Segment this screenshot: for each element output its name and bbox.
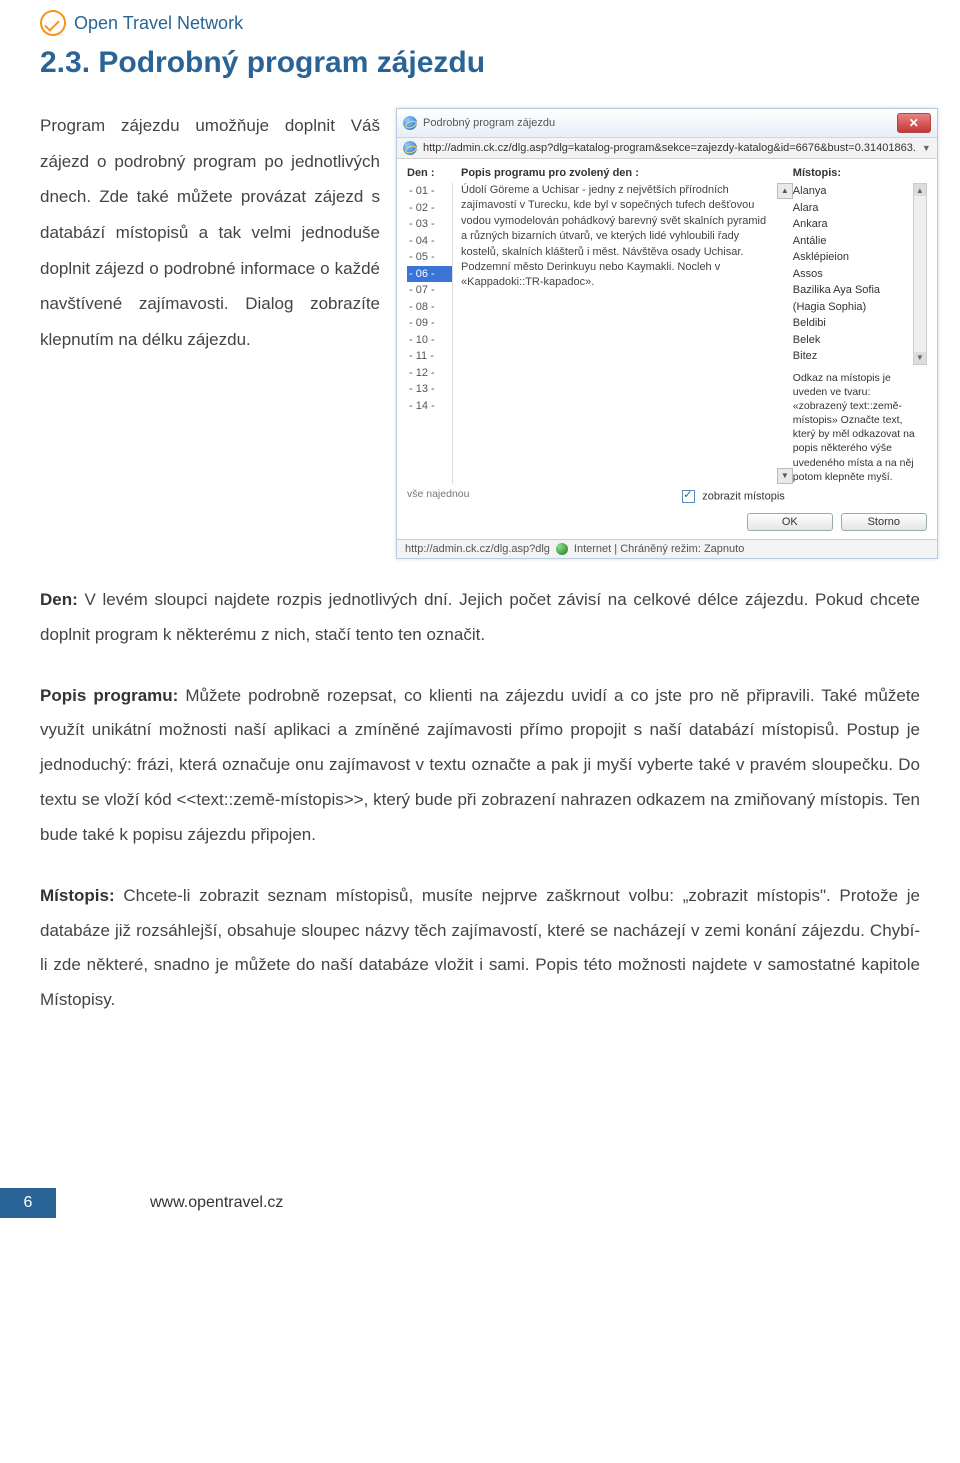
day-item[interactable]: - 08 - <box>407 299 452 316</box>
paragraph-den-label: Den: <box>40 590 78 609</box>
footer-url: www.opentravel.cz <box>150 1194 283 1212</box>
day-item[interactable]: - 04 - <box>407 233 452 250</box>
mistopis-list[interactable]: AlanyaAlaraAnkaraAntálieAsklépieionAssos… <box>793 183 913 365</box>
zobrazit-mistopis-label: zobrazit místopis <box>702 490 785 502</box>
day-item[interactable]: - 12 - <box>407 365 452 382</box>
day-item[interactable]: - 01 - <box>407 183 452 200</box>
col-header-den: Den : <box>407 167 453 183</box>
mistopis-item[interactable]: Beldibi <box>793 315 913 332</box>
mistopis-item[interactable]: Bazilika Aya Sofia (Hagia Sophia) <box>793 282 913 315</box>
day-list[interactable]: - 01 -- 02 -- 03 -- 04 -- 05 -- 06 -- 07… <box>407 183 453 484</box>
mistopis-hint: Odkaz na místopis je uveden ve tvaru: «z… <box>793 371 927 484</box>
mistopis-item[interactable]: Asklépieion <box>793 249 913 266</box>
address-url: http://admin.ck.cz/dlg.asp?dlg=katalog-p… <box>423 142 916 154</box>
day-item[interactable]: - 06 - <box>407 266 452 283</box>
status-url: http://admin.ck.cz/dlg.asp?dlg <box>405 543 550 555</box>
day-item[interactable]: - 05 - <box>407 249 452 266</box>
intro-paragraph: Program zájezdu umožňuje doplnit Váš záj… <box>40 108 380 358</box>
col-header-popis: Popis programu pro zvolený den : <box>453 167 793 183</box>
section-title: 2.3. Podrobný program zájezdu <box>40 46 920 80</box>
day-item[interactable]: - 13 - <box>407 381 452 398</box>
paragraph-popis: Popis programu: Můžete podrobně rozepsat… <box>40 679 920 853</box>
ok-button[interactable]: OK <box>747 513 833 531</box>
zobrazit-mistopis-row: zobrazit místopis <box>453 484 793 503</box>
status-bar: http://admin.ck.cz/dlg.asp?dlg Internet … <box>397 539 937 558</box>
zobrazit-mistopis-checkbox[interactable] <box>682 490 695 503</box>
address-bar[interactable]: http://admin.ck.cz/dlg.asp?dlg=katalog-p… <box>397 138 937 159</box>
dialog-window: Podrobný program zájezdu ✕ http://admin.… <box>396 108 938 559</box>
page-icon <box>403 141 417 155</box>
day-item[interactable]: - 14 - <box>407 398 452 415</box>
paragraph-popis-label: Popis programu: <box>40 686 178 705</box>
day-item[interactable]: - 02 - <box>407 200 452 217</box>
chevron-down-icon[interactable]: ▼ <box>922 143 931 153</box>
scroll-down-icon[interactable]: ▼ <box>777 468 793 484</box>
scrollbar[interactable]: ▲ ▼ <box>913 183 927 365</box>
mistopis-item[interactable]: Assos <box>793 266 913 283</box>
day-item[interactable]: - 09 - <box>407 315 452 332</box>
paragraph-mistopis-label: Místopis: <box>40 886 115 905</box>
mistopis-item[interactable]: Bitez <box>793 348 913 365</box>
page-footer: 6 www.opentravel.cz <box>40 1178 920 1218</box>
day-item[interactable]: - 07 - <box>407 282 452 299</box>
col-header-mistopis: Místopis: <box>793 167 927 183</box>
day-item[interactable]: - 11 - <box>407 348 452 365</box>
scroll-down-icon[interactable]: ▼ <box>914 352 926 364</box>
page-number: 6 <box>0 1188 56 1218</box>
scroll-up-icon[interactable]: ▲ <box>914 184 926 196</box>
mistopis-item[interactable]: Antálie <box>793 233 913 250</box>
paragraph-den: Den: V levém sloupci najdete rozpis jedn… <box>40 583 920 653</box>
all-at-once-link[interactable]: vše najednou <box>407 484 453 503</box>
popis-column: ▲ Údolí Göreme a Uchisar - jedny z nejvě… <box>453 183 793 484</box>
mistopis-item[interactable]: Alara <box>793 200 913 217</box>
dialog-titlebar: Podrobný program zájezdu ✕ <box>397 109 937 138</box>
day-item[interactable]: - 10 - <box>407 332 452 349</box>
brand-name: Open Travel Network <box>74 13 243 34</box>
mistopis-item[interactable]: Belek <box>793 332 913 349</box>
globe-icon <box>556 543 568 555</box>
mistopis-column: AlanyaAlaraAnkaraAntálieAsklépieionAssos… <box>793 183 927 484</box>
close-icon[interactable]: ✕ <box>897 113 931 133</box>
brand-logo-icon <box>40 10 66 36</box>
status-mode: Internet | Chráněný režim: Zapnuto <box>574 543 744 555</box>
mistopis-item[interactable]: Alanya <box>793 183 913 200</box>
paragraph-mistopis: Místopis: Chcete-li zobrazit seznam míst… <box>40 879 920 1018</box>
mistopis-item[interactable]: Ankara <box>793 216 913 233</box>
storno-button[interactable]: Storno <box>841 513 927 531</box>
brand-header: Open Travel Network <box>40 10 920 36</box>
day-item[interactable]: - 03 - <box>407 216 452 233</box>
scroll-up-icon[interactable]: ▲ <box>777 183 793 199</box>
ie-icon <box>403 116 417 130</box>
dialog-title: Podrobný program zájezdu <box>423 117 555 129</box>
popis-text[interactable]: Údolí Göreme a Uchisar - jedny z největš… <box>461 183 785 291</box>
